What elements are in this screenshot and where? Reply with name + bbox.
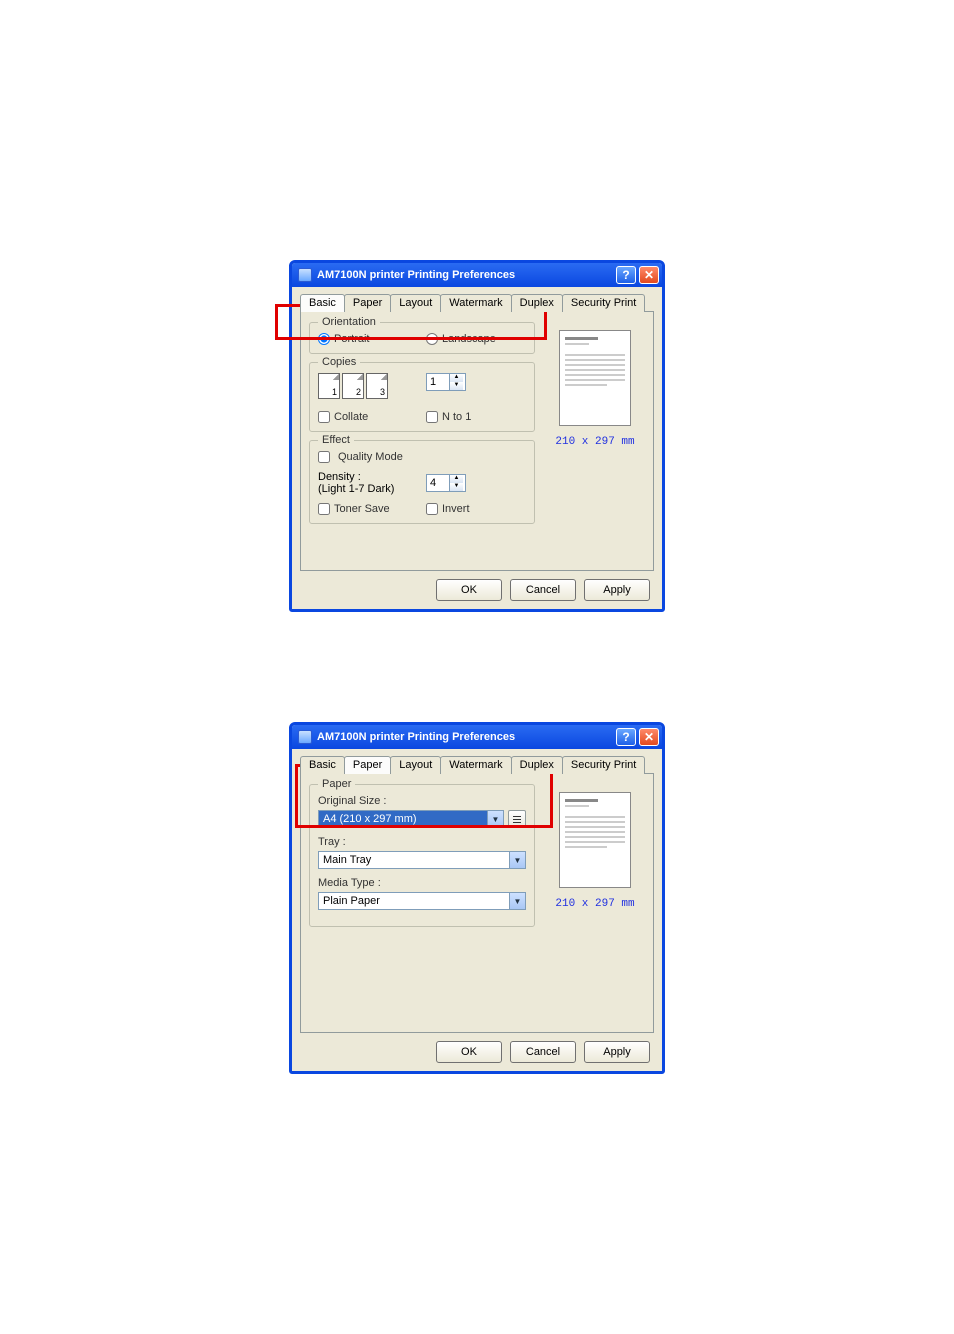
page-icon: 2	[342, 373, 364, 399]
tab-security-print[interactable]: Security Print	[562, 294, 645, 312]
copies-preview-icons: 1 2 3	[318, 373, 388, 399]
titlebar[interactable]: AM7100N printer Printing Preferences ? ✕	[292, 725, 662, 749]
custom-size-icon	[512, 814, 522, 824]
spin-up-icon[interactable]: ▲	[449, 475, 463, 483]
apply-button[interactable]: Apply	[584, 1041, 650, 1063]
density-input[interactable]	[427, 477, 449, 489]
portrait-label: Portrait	[334, 333, 369, 345]
dialog-button-bar: OK Cancel Apply	[300, 571, 654, 601]
tab-watermark[interactable]: Watermark	[440, 756, 511, 774]
media-type-select[interactable]: Plain Paper ▼	[318, 892, 526, 910]
tab-security-print[interactable]: Security Print	[562, 756, 645, 774]
tab-basic[interactable]: Basic	[300, 756, 345, 774]
collate-checkbox[interactable]	[318, 411, 330, 423]
page-preview	[559, 330, 631, 426]
landscape-radio[interactable]	[426, 333, 438, 345]
tray-label: Tray :	[318, 836, 526, 848]
density-spinner[interactable]: ▲▼	[426, 474, 466, 492]
original-size-select[interactable]: A4 (210 x 297 mm) ▼	[318, 810, 504, 828]
invert-checkbox[interactable]	[426, 503, 438, 515]
preview-dimensions: 210 x 297 mm	[545, 898, 645, 910]
copies-spinner[interactable]: ▲▼	[426, 373, 466, 391]
tab-paper[interactable]: Paper	[344, 294, 391, 312]
tab-watermark[interactable]: Watermark	[440, 294, 511, 312]
tab-duplex[interactable]: Duplex	[511, 756, 563, 774]
close-button[interactable]: ✕	[639, 266, 659, 284]
spin-down-icon[interactable]: ▼	[449, 483, 463, 491]
quality-mode-label: Quality Mode	[338, 451, 403, 463]
invert-label: Invert	[442, 503, 470, 515]
page-icon: 3	[366, 373, 388, 399]
tray-value: Main Tray	[319, 852, 509, 868]
printer-icon	[298, 730, 312, 744]
nto1-label: N to 1	[442, 411, 471, 423]
ok-button[interactable]: OK	[436, 1041, 502, 1063]
paper-legend: Paper	[318, 778, 355, 790]
window-title: AM7100N printer Printing Preferences	[317, 731, 515, 743]
orientation-group: Orientation Portrait Landscape	[309, 322, 535, 354]
copies-legend: Copies	[318, 356, 360, 368]
quality-mode-checkbox[interactable]	[318, 451, 330, 463]
tab-paper[interactable]: Paper	[344, 756, 391, 774]
tab-basic[interactable]: Basic	[300, 294, 345, 312]
toner-save-label: Toner Save	[334, 503, 390, 515]
collate-label: Collate	[334, 411, 368, 423]
printing-preferences-dialog-basic: AM7100N printer Printing Preferences ? ✕…	[289, 260, 665, 612]
tab-panel-paper: Paper Original Size : A4 (210 x 297 mm) …	[300, 773, 654, 1033]
apply-button[interactable]: Apply	[584, 579, 650, 601]
titlebar[interactable]: AM7100N printer Printing Preferences ? ✕	[292, 263, 662, 287]
cancel-button[interactable]: Cancel	[510, 579, 576, 601]
tab-duplex[interactable]: Duplex	[511, 294, 563, 312]
window-title: AM7100N printer Printing Preferences	[317, 269, 515, 281]
printing-preferences-dialog-paper: AM7100N printer Printing Preferences ? ✕…	[289, 722, 665, 1074]
dropdown-icon[interactable]: ▼	[487, 811, 503, 827]
density-label: Density :	[318, 471, 418, 483]
copies-group: Copies 1 2 3	[309, 362, 535, 432]
spin-down-icon[interactable]: ▼	[449, 382, 463, 390]
effect-legend: Effect	[318, 434, 354, 446]
dialog-button-bar: OK Cancel Apply	[300, 1033, 654, 1063]
tab-layout[interactable]: Layout	[390, 294, 441, 312]
dialog-basic-wrap: AM7100N printer Printing Preferences ? ✕…	[289, 260, 665, 612]
landscape-label: Landscape	[442, 333, 496, 345]
paper-group: Paper Original Size : A4 (210 x 297 mm) …	[309, 784, 535, 927]
original-size-label: Original Size :	[318, 795, 526, 807]
ok-button[interactable]: OK	[436, 579, 502, 601]
page-icon: 1	[318, 373, 340, 399]
density-range-label: (Light 1-7 Dark)	[318, 483, 418, 495]
portrait-radio[interactable]	[318, 333, 330, 345]
dropdown-icon[interactable]: ▼	[509, 852, 525, 868]
effect-group: Effect Quality Mode Density : (Light 1-7…	[309, 440, 535, 524]
tab-strip: Basic Paper Layout Watermark Duplex Secu…	[300, 293, 654, 311]
close-button[interactable]: ✕	[639, 728, 659, 746]
media-type-value: Plain Paper	[319, 893, 509, 909]
cancel-button[interactable]: Cancel	[510, 1041, 576, 1063]
dropdown-icon[interactable]: ▼	[509, 893, 525, 909]
tab-layout[interactable]: Layout	[390, 756, 441, 774]
spin-up-icon[interactable]: ▲	[449, 374, 463, 382]
preview-dimensions: 210 x 297 mm	[545, 436, 645, 448]
help-button[interactable]: ?	[616, 266, 636, 284]
media-type-label: Media Type :	[318, 877, 526, 889]
help-button[interactable]: ?	[616, 728, 636, 746]
tray-select[interactable]: Main Tray ▼	[318, 851, 526, 869]
printer-icon	[298, 268, 312, 282]
nto1-checkbox[interactable]	[426, 411, 438, 423]
original-size-value: A4 (210 x 297 mm)	[319, 811, 487, 827]
tab-panel-basic: Orientation Portrait Landscape	[300, 311, 654, 571]
custom-size-button[interactable]	[508, 810, 526, 828]
orientation-legend: Orientation	[318, 316, 380, 328]
tab-strip: Basic Paper Layout Watermark Duplex Secu…	[300, 755, 654, 773]
dialog-paper-wrap: AM7100N printer Printing Preferences ? ✕…	[289, 722, 665, 1074]
copies-input[interactable]	[427, 376, 449, 388]
toner-save-checkbox[interactable]	[318, 503, 330, 515]
page-preview	[559, 792, 631, 888]
